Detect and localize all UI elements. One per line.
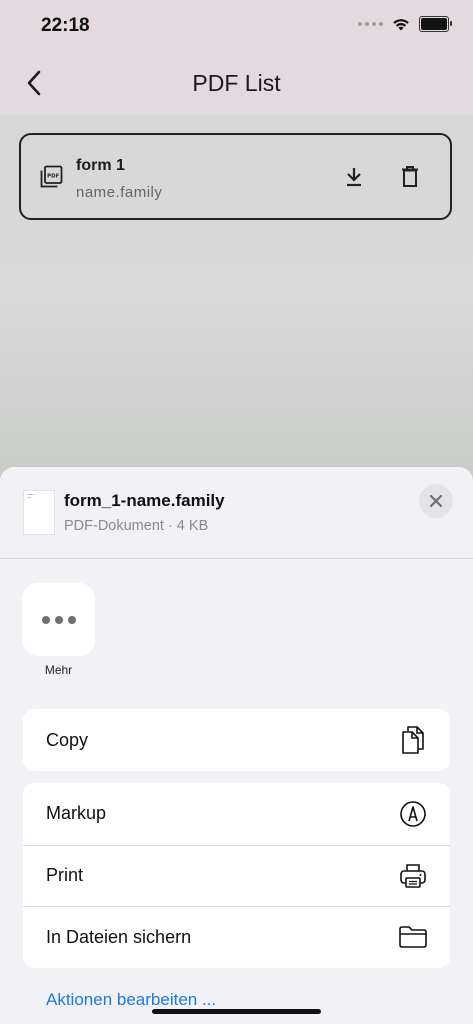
edit-actions-link[interactable]: Aktionen bearbeiten ... xyxy=(46,990,216,1010)
delete-button[interactable] xyxy=(400,165,420,194)
action-label: Copy xyxy=(46,729,89,750)
action-save-to-files[interactable]: In Dateien sichern xyxy=(23,906,450,968)
battery-icon xyxy=(419,16,452,32)
share-sheet-header: form_1-name.family PDF-Dokument · 4 KB xyxy=(0,467,473,559)
action-label: Print xyxy=(46,865,84,886)
download-button[interactable] xyxy=(343,165,365,194)
pdf-item-title: form 1 xyxy=(76,157,125,174)
action-print[interactable]: Print xyxy=(23,844,450,907)
file-thumbnail xyxy=(23,490,55,535)
status-time: 22:18 xyxy=(41,15,90,36)
action-group-copy: Copy xyxy=(23,709,450,771)
action-markup[interactable]: Markup xyxy=(23,783,450,845)
folder-icon xyxy=(398,922,428,952)
more-label: Mehr xyxy=(44,663,73,677)
trash-icon xyxy=(402,166,418,187)
copy-icon xyxy=(398,725,428,755)
action-group-file: Markup Print In Dateien sichern xyxy=(23,783,450,968)
download-icon xyxy=(347,168,361,187)
action-label: Markup xyxy=(46,803,107,824)
file-meta: PDF-Dokument · 4 KB xyxy=(64,518,209,534)
print-icon xyxy=(398,861,428,891)
more-apps-button[interactable] xyxy=(22,583,95,656)
ellipsis-icon xyxy=(41,615,50,624)
action-label: In Dateien sichern xyxy=(46,926,192,947)
page-title: PDF List xyxy=(192,70,281,96)
close-icon xyxy=(429,494,443,508)
wifi-icon xyxy=(392,18,410,31)
cellular-signal-icon xyxy=(358,22,383,26)
pdf-list-item[interactable]: PDF form 1 name.family xyxy=(19,133,452,220)
markup-icon xyxy=(398,799,428,829)
pdf-file-icon: PDF xyxy=(39,165,63,194)
close-button[interactable] xyxy=(419,484,453,518)
action-copy[interactable]: Copy xyxy=(23,709,450,771)
status-icons xyxy=(358,16,452,32)
home-indicator xyxy=(152,1009,321,1014)
app-bar: PDF List xyxy=(0,52,473,114)
status-bar: 22:18 xyxy=(0,0,473,52)
file-name: form_1-name.family xyxy=(64,491,225,510)
pdf-item-subtitle: name.family xyxy=(76,184,163,201)
share-sheet: form_1-name.family PDF-Dokument · 4 KB M… xyxy=(0,467,473,1024)
svg-text:PDF: PDF xyxy=(47,173,59,179)
